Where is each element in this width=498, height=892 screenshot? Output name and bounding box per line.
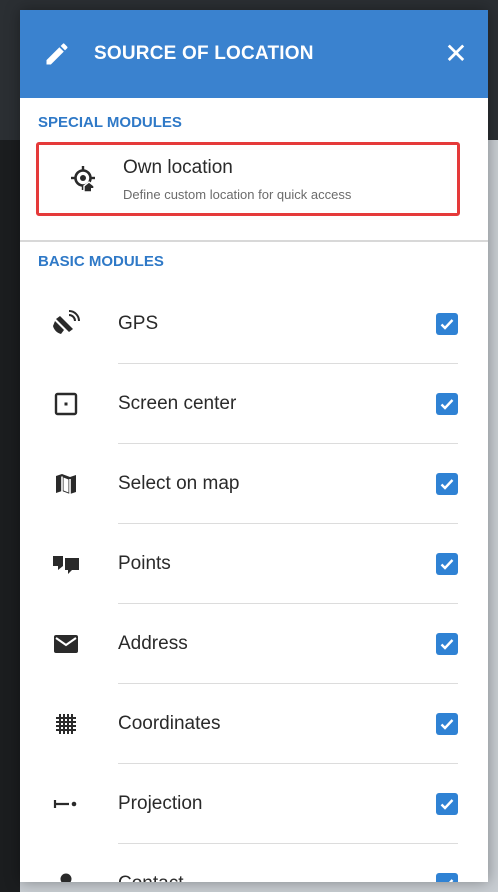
checkbox-checked-icon[interactable] (436, 793, 458, 815)
dialog-header: SOURCE OF LOCATION ✕ (20, 10, 488, 98)
checkbox-checked-icon[interactable] (436, 553, 458, 575)
checkbox-checked-icon[interactable] (436, 873, 458, 882)
checkbox-checked-icon[interactable] (436, 473, 458, 495)
module-label: Select on map (118, 473, 240, 494)
source-of-location-dialog: SOURCE OF LOCATION ✕ SPECIAL MODULES Own… (20, 10, 488, 882)
points-icon (46, 544, 86, 584)
projection-icon (46, 784, 86, 824)
own-location-subtitle: Define custom location for quick access (123, 186, 352, 202)
module-row-projection[interactable]: Projection (20, 764, 488, 844)
module-label: Points (118, 553, 171, 574)
special-modules-label: SPECIAL MODULES (38, 114, 182, 131)
dialog-title: SOURCE OF LOCATION (94, 43, 314, 64)
module-row-points[interactable]: Points (20, 524, 488, 604)
own-location-item[interactable]: Own location Define custom location for … (36, 142, 460, 216)
gps-satellite-icon (46, 304, 86, 344)
module-row-gps[interactable]: GPS (20, 284, 488, 364)
module-row-coordinates[interactable]: Coordinates (20, 684, 488, 764)
module-row-contact[interactable]: Contact (20, 844, 488, 882)
grid-icon (46, 704, 86, 744)
checkbox-checked-icon[interactable] (436, 713, 458, 735)
module-label: Projection (118, 793, 203, 814)
module-row-screen-center[interactable]: Screen center (20, 364, 488, 444)
backdrop-left-edge (0, 140, 20, 892)
contact-icon (46, 864, 86, 882)
envelope-icon (46, 624, 86, 664)
module-label: Address (118, 633, 188, 654)
screen-center-icon (46, 384, 86, 424)
module-row-address[interactable]: Address (20, 604, 488, 684)
basic-modules-list: GPS Screen center Select on map Points A… (20, 284, 488, 882)
checkbox-checked-icon[interactable] (436, 633, 458, 655)
own-location-title: Own location (123, 156, 233, 178)
close-icon[interactable]: ✕ (436, 34, 476, 74)
pencil-icon (36, 33, 78, 75)
map-icon (46, 464, 86, 504)
module-label: Contact (118, 873, 436, 882)
checkbox-checked-icon[interactable] (436, 313, 458, 335)
module-label: GPS (118, 313, 159, 334)
checkbox-checked-icon[interactable] (436, 393, 458, 415)
basic-modules-label: BASIC MODULES (38, 253, 164, 270)
module-row-select-on-map[interactable]: Select on map (20, 444, 488, 524)
own-location-icon (59, 153, 111, 205)
module-label: Coordinates (118, 713, 221, 734)
module-label: Screen center (118, 393, 237, 414)
